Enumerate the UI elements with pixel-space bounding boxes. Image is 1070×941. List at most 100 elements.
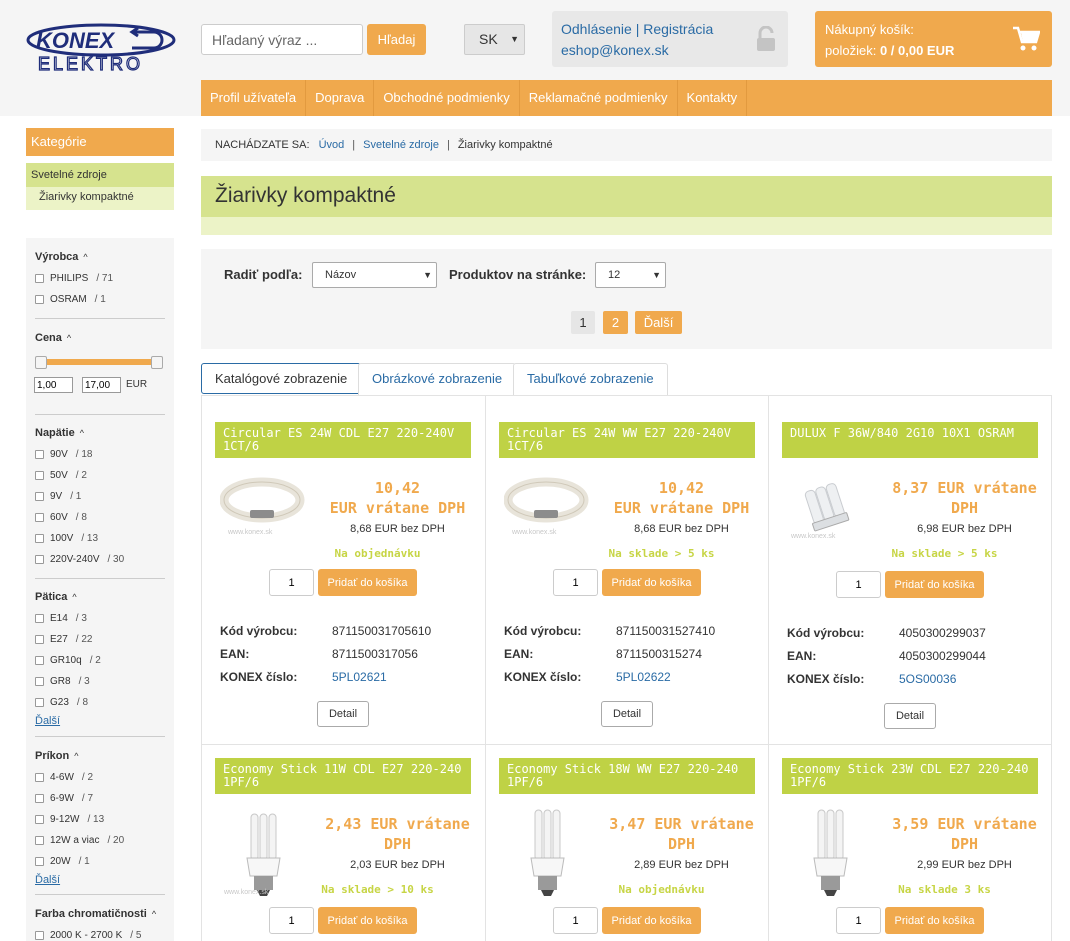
nav-terms[interactable]: Obchodné podmienky [374,80,520,116]
add-to-cart-button[interactable]: Pridať do košíka [602,569,701,596]
filter-option[interactable]: 90V/ 18 [35,449,92,460]
checkbox[interactable] [35,513,44,522]
filter-voltage-title[interactable]: Napätie ^ [35,427,84,439]
per-page-select[interactable]: 12 ▼ [595,262,666,288]
product-title[interactable]: Circular ES 24W CDL E27 220-240V 1CT/6 [215,422,471,458]
filter-option[interactable]: 220V-240V/ 30 [35,554,124,565]
checkbox[interactable] [35,794,44,803]
price-slider-max-handle[interactable] [151,356,163,369]
filter-option[interactable]: 6-9W/ 7 [35,793,93,804]
filter-option[interactable]: E27/ 22 [35,634,92,645]
add-to-cart-button[interactable]: Pridať do košíka [885,571,984,598]
detail-button[interactable]: Detail [317,701,369,727]
konex-number-link[interactable]: 5PL02622 [616,670,671,684]
product-title[interactable]: Economy Stick 23W CDL E27 220-240 1PF/6 [782,758,1038,794]
shopping-cart[interactable]: Nákupný košík: položiek: 0 / 0,00 EUR [815,11,1052,67]
checkbox[interactable] [35,857,44,866]
category-light-sources[interactable]: Svetelné zdroje [26,163,174,187]
konex-number-link[interactable]: 5PL02621 [332,670,387,684]
search-button[interactable]: Hľadaj [367,24,426,55]
filter-option[interactable]: 4-6W/ 2 [35,772,93,783]
checkbox[interactable] [35,635,44,644]
filter-option[interactable]: GR10q/ 2 [35,655,101,666]
filter-socket-title[interactable]: Pätica ^ [35,591,77,603]
product-image-stick[interactable] [504,808,590,900]
subcategory-compact[interactable]: Žiarivky kompaktné [26,187,174,210]
product-title[interactable]: Economy Stick 11W CDL E27 220-240 1PF/6 [215,758,471,794]
price-slider-track[interactable] [40,359,158,365]
logout-link[interactable]: Odhlásenie [561,21,632,37]
checkbox[interactable] [35,555,44,564]
filter-price-title[interactable]: Cena ^ [35,332,71,344]
konex-number-link[interactable]: 5OS00036 [899,672,956,686]
page-1[interactable]: 1 [571,311,595,334]
nav-shipping[interactable]: Doprava [306,80,375,116]
page-next[interactable]: Ďalší [635,311,682,334]
account-email[interactable]: eshop@konex.sk [561,42,669,58]
checkbox[interactable] [35,773,44,782]
register-link[interactable]: Registrácia [643,21,713,37]
filter-option[interactable]: PHILIPS/ 71 [35,273,113,284]
filter-option[interactable]: G23/ 8 [35,697,88,708]
checkbox[interactable] [35,492,44,501]
quantity-input[interactable] [836,571,881,598]
page-2[interactable]: 2 [603,311,628,334]
product-image-dulux[interactable]: www.konex.sk [787,472,873,542]
product-image-circular[interactable]: www.konex.sk [220,472,306,542]
product-image-stick[interactable]: www.konex.sk [220,808,306,900]
product-title[interactable]: Economy Stick 18W WW E27 220-240 1PF/6 [499,758,755,794]
add-to-cart-button[interactable]: Pridať do košíka [318,569,417,596]
checkbox[interactable] [35,836,44,845]
filter-option[interactable]: 20W/ 1 [35,856,90,867]
filter-manufacturer-title[interactable]: Výrobca ^ [35,251,88,263]
add-to-cart-button[interactable]: Pridať do košíka [885,907,984,934]
checkbox[interactable] [35,656,44,665]
checkbox[interactable] [35,677,44,686]
filter-option[interactable]: OSRAM/ 1 [35,294,106,305]
checkbox[interactable] [35,614,44,623]
filter-option[interactable]: 50V/ 2 [35,470,87,481]
quantity-input[interactable] [553,907,598,934]
tab-table[interactable]: Tabuľkové zobrazenie [513,363,668,395]
filter-option[interactable]: 2000 K - 2700 K/ 5 [35,930,141,941]
quantity-input[interactable] [836,907,881,934]
filter-option[interactable]: E14/ 3 [35,613,87,624]
detail-button[interactable]: Detail [601,701,653,727]
checkbox[interactable] [35,815,44,824]
sort-select[interactable]: Názov ▼ [312,262,437,288]
checkbox[interactable] [35,471,44,480]
checkbox[interactable] [35,295,44,304]
price-slider-min-handle[interactable] [35,356,47,369]
quantity-input[interactable] [553,569,598,596]
language-select[interactable]: SK ▼ [464,24,525,55]
breadcrumb-home[interactable]: Úvod [319,139,345,151]
socket-more-link[interactable]: Ďalší [35,715,60,727]
filter-option[interactable]: 9V/ 1 [35,491,81,502]
konex-logo[interactable]: KONEX ELEKTRO [26,22,176,74]
tab-image[interactable]: Obrázkové zobrazenie [358,363,517,395]
price-min-input[interactable] [34,377,73,393]
checkbox[interactable] [35,931,44,940]
filter-option[interactable]: 9-12W/ 13 [35,814,104,825]
quantity-input[interactable] [269,907,314,934]
filter-option[interactable]: 60V/ 8 [35,512,87,523]
quantity-input[interactable] [269,569,314,596]
checkbox[interactable] [35,534,44,543]
checkbox[interactable] [35,450,44,459]
filter-power-title[interactable]: Príkon ^ [35,750,78,762]
nav-contacts[interactable]: Kontakty [678,80,748,116]
filter-color-temp-title[interactable]: Farba chromatičnosti ^ [35,908,156,920]
price-max-input[interactable] [82,377,121,393]
tab-catalog[interactable]: Katalógové zobrazenie [201,363,362,394]
product-image-stick[interactable] [787,808,873,900]
filter-option[interactable]: 12W a viac/ 20 [35,835,124,846]
filter-option[interactable]: 100V/ 13 [35,533,98,544]
nav-profile[interactable]: Profil užívateľa [201,80,307,116]
checkbox[interactable] [35,274,44,283]
detail-button[interactable]: Detail [884,703,936,729]
product-image-circular[interactable]: www.konex.sk [504,472,590,542]
power-more-link[interactable]: Ďalší [35,874,60,886]
nav-complaints[interactable]: Reklamačné podmienky [520,80,678,116]
add-to-cart-button[interactable]: Pridať do košíka [602,907,701,934]
search-input[interactable] [201,24,363,55]
